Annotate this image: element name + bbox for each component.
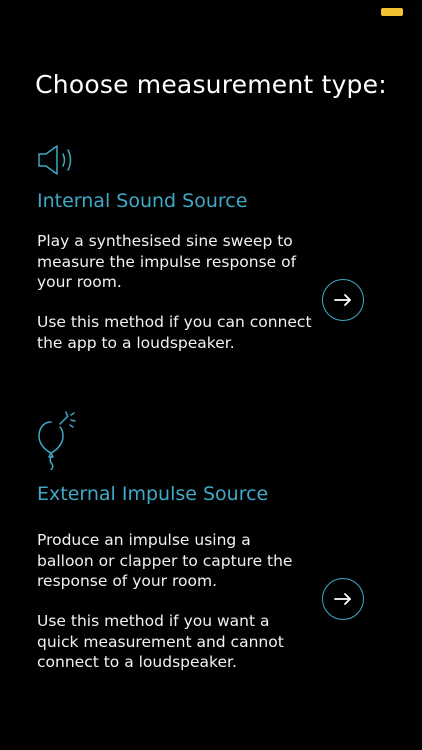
balloon-pop-icon <box>37 410 81 474</box>
internal-sound-source-option: Internal Sound Source Play a synthesised… <box>37 140 382 380</box>
external-impulse-source-description: Produce an impulse using a balloon or cl… <box>37 531 293 590</box>
external-impulse-source-next-button[interactable] <box>322 578 364 620</box>
battery-icon <box>381 8 403 16</box>
speaker-icon <box>37 144 79 180</box>
external-impulse-source-option: External Impulse Source Produce an impul… <box>37 410 382 680</box>
internal-sound-source-usage: Use this method if you can connect the a… <box>37 313 312 352</box>
arrow-right-icon <box>333 592 353 606</box>
arrow-right-icon <box>333 293 353 307</box>
internal-sound-source-description: Play a synthesised sine sweep to measure… <box>37 232 297 291</box>
internal-sound-source-next-button[interactable] <box>322 279 364 321</box>
external-impulse-source-heading: External Impulse Source <box>37 483 269 505</box>
page-title: Choose measurement type: <box>35 70 387 99</box>
external-impulse-source-usage: Use this method if you want a quick meas… <box>37 612 284 671</box>
internal-sound-source-heading: Internal Sound Source <box>37 190 248 212</box>
